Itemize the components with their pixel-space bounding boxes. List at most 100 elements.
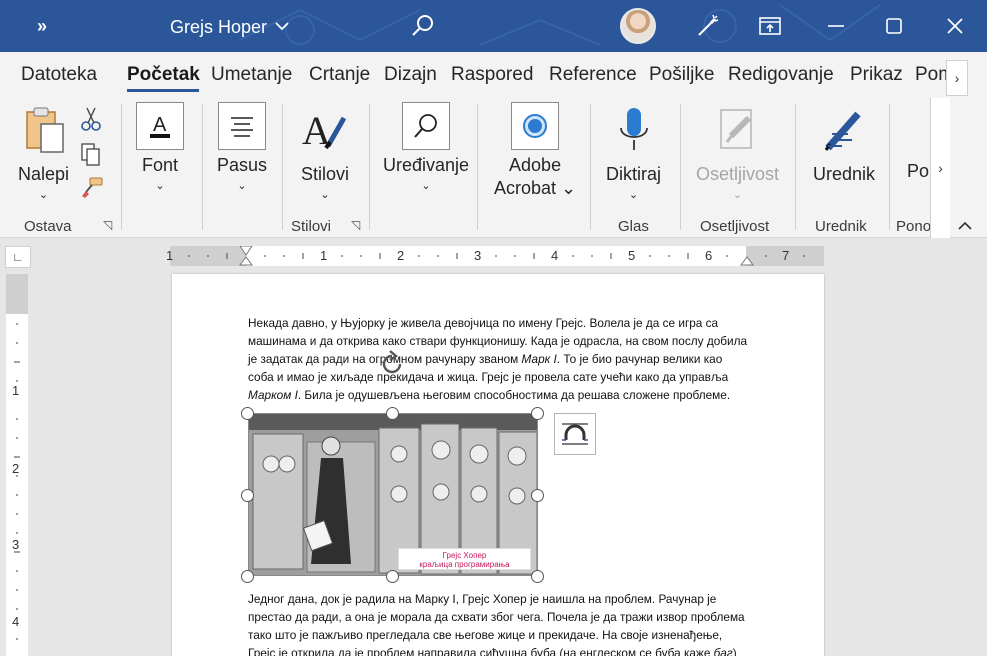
divider	[795, 104, 796, 230]
text-run: Једног дана, док је радила на Марку I, Г…	[248, 592, 745, 656]
tab-insert[interactable]: Umetanje	[211, 64, 292, 86]
rotate-handle-icon[interactable]	[377, 349, 407, 379]
tab-mailings[interactable]: Pošiljke	[649, 64, 714, 86]
svg-text:A: A	[153, 114, 167, 136]
chevron-down-icon: ⌄	[732, 189, 743, 201]
ribbon: Nalepi ⌄ Ostava ◹ A Font ⌄ Pasus ⌄ A Sti…	[0, 98, 987, 238]
resize-handle[interactable]	[386, 407, 399, 420]
sensitivity-icon	[715, 106, 761, 159]
paste-button[interactable]: Nalepi ⌄	[18, 106, 69, 201]
sensitivity-label: Osetljivost	[696, 164, 780, 184]
tab-references[interactable]: Reference	[549, 64, 637, 86]
chevron-down-icon: ⌄	[155, 180, 165, 192]
editor-pen-icon	[818, 106, 870, 159]
document-title[interactable]: Grejs Hoper	[170, 15, 289, 39]
quick-access-toggle[interactable]: »	[28, 14, 56, 38]
resize-handle[interactable]	[241, 489, 254, 502]
paragraph-label: Pasus	[217, 155, 268, 175]
format-painter-icon[interactable]	[80, 176, 104, 205]
sensitivity-group-label: Osetljivost	[700, 218, 770, 235]
close-icon[interactable]	[937, 10, 973, 42]
ruler-label: 2	[397, 248, 405, 263]
ruler-label: 4	[551, 248, 559, 263]
adobe-acrobat-button[interactable]: Adobe Acrobat ⌄	[494, 102, 576, 200]
layout-options-icon[interactable]	[554, 413, 596, 455]
collapse-ribbon-icon[interactable]	[957, 218, 973, 234]
clipboard-icon	[21, 106, 67, 159]
divider	[680, 104, 681, 230]
resize-handle[interactable]	[531, 407, 544, 420]
caption-line-1: Грејс Хопер	[442, 551, 487, 560]
chevron-down-icon: ⌄	[628, 189, 639, 201]
dialog-launcher-icon[interactable]: ◹	[351, 218, 360, 232]
dictate-label: Diktiraj	[606, 164, 662, 184]
tab-view[interactable]: Prikaz	[850, 64, 903, 86]
resize-handle[interactable]	[241, 407, 254, 420]
tabs-scroll-right-icon[interactable]: ›	[946, 60, 968, 96]
acrobat-label-line2: Acrobat ⌄	[494, 178, 577, 198]
tab-file[interactable]: Datoteka	[21, 64, 97, 86]
restore-ribbon-icon[interactable]	[752, 10, 788, 42]
divider	[369, 104, 370, 230]
magic-wand-icon[interactable]	[690, 10, 726, 42]
horizontal-ruler[interactable]: 1 1 2 3 4 5 6 7	[166, 246, 824, 266]
tab-home[interactable]: Početak	[127, 64, 200, 86]
tab-layout[interactable]: Raspored	[451, 64, 533, 86]
dictate-button[interactable]: Diktiraj ⌄	[606, 106, 661, 201]
search-icon	[402, 102, 451, 150]
chevron-down-icon	[275, 20, 289, 34]
document-title-text: Grejs Hoper	[170, 16, 268, 37]
ruler-label: 1	[320, 248, 328, 263]
minimize-icon[interactable]	[818, 10, 854, 42]
editor-label: Urednik	[813, 164, 876, 184]
image-caption[interactable]: Грејс Хопер краљица програмирања	[398, 548, 531, 570]
font-color-icon: A	[136, 102, 184, 150]
tab-draw[interactable]: Crtanje	[309, 64, 370, 86]
ruler-label: 4	[12, 614, 20, 629]
ruler-label: 1	[12, 383, 20, 398]
avatar[interactable]	[620, 8, 656, 44]
styles-label: Stilovi	[300, 164, 349, 184]
copy-icon[interactable]	[80, 142, 102, 173]
paragraph-button[interactable]: Pasus ⌄	[217, 102, 267, 192]
font-label: Font	[141, 155, 179, 175]
help-label: Po	[907, 161, 930, 181]
maximize-icon[interactable]	[876, 10, 912, 42]
ruler-ticks	[188, 246, 805, 266]
chevron-down-icon: ⌄	[320, 189, 330, 201]
paragraph-2[interactable]: Једног дана, док је радила на Марку I, Г…	[248, 590, 748, 656]
styles-button[interactable]: A Stilovi ⌄	[300, 106, 350, 201]
search-icon[interactable]	[408, 12, 438, 40]
ruler-label: 6	[705, 248, 713, 263]
tab-review[interactable]: Redigovanje	[728, 64, 834, 86]
chevron-down-icon: ⌄	[421, 180, 431, 192]
sensitivity-button[interactable]: Osetljivost ⌄	[696, 106, 779, 201]
resize-handle[interactable]	[241, 570, 254, 583]
resize-handle[interactable]	[531, 570, 544, 583]
vertical-ruler[interactable]: 1 2 3 4	[6, 274, 28, 656]
paragraph-1[interactable]: Некада давно, у Њујорку је живела девојч…	[248, 314, 748, 404]
caption-line-2: краљица програмирања	[419, 560, 510, 569]
editing-button[interactable]: Uređivanje ⌄	[383, 102, 469, 192]
help-button[interactable]: Po	[907, 156, 929, 183]
resize-handle[interactable]	[531, 489, 544, 502]
divider	[282, 104, 283, 230]
text-run: . Била је одушевљена његовим способности…	[297, 388, 731, 402]
active-tab-indicator	[127, 89, 199, 92]
tab-selector[interactable]: ∟	[5, 246, 31, 268]
ruler-label: 5	[628, 248, 636, 263]
paste-label: Nalepi	[18, 164, 70, 184]
ribbon-scroll-right-icon[interactable]: ›	[930, 98, 950, 238]
text-run-italic: Марк I	[521, 352, 557, 366]
acrobat-icon	[511, 102, 560, 150]
cut-icon[interactable]	[80, 106, 102, 137]
ruler-label: 2	[12, 461, 20, 476]
editor-button[interactable]: Urednik	[813, 106, 875, 186]
font-button[interactable]: A Font ⌄	[136, 102, 184, 192]
dialog-launcher-icon[interactable]: ◹	[103, 218, 112, 232]
divider	[889, 104, 890, 230]
ruler-label: 3	[12, 537, 20, 552]
editor-group-label: Urednik	[815, 218, 867, 235]
tab-design[interactable]: Dizajn	[384, 64, 437, 86]
resize-handle[interactable]	[386, 570, 399, 583]
